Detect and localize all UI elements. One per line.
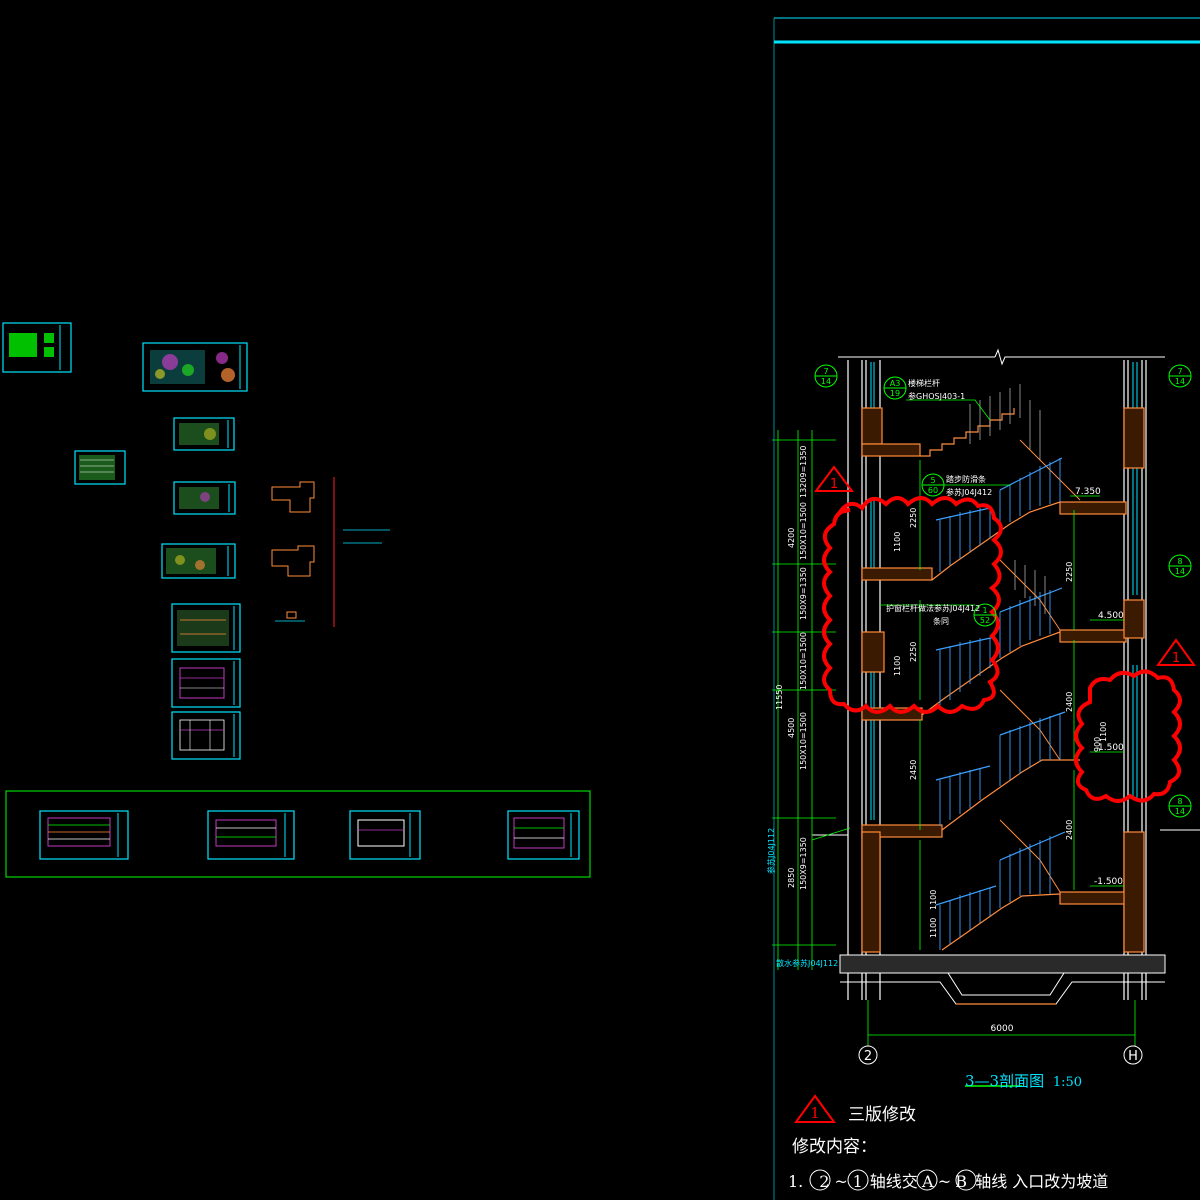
detail-mark-num: 7: [823, 367, 828, 376]
bottom-dimension: [867, 1000, 1136, 1045]
sheet-thumbnail[interactable]: [142, 342, 248, 392]
axis-label-right: H: [1128, 1049, 1138, 1064]
revision-number: 1: [1172, 651, 1180, 666]
annotation-text: 参GHOSJ403-1: [908, 391, 965, 401]
dim-text: 1100: [929, 918, 938, 938]
annotation-text: 参苏J04J412: [946, 487, 992, 497]
sheet-thumbnails: [2, 322, 591, 878]
annotation-text: 踏步防滑条: [946, 474, 986, 484]
sheet-thumbnail[interactable]: [173, 481, 236, 515]
dim-text: 150X9=1350: [799, 837, 808, 890]
annotation-text: 散水参苏J04J112: [776, 958, 838, 968]
revision-item: 1. 2 ~1 轴线交 A ~ B 轴线 入口改为坡道: [788, 1168, 1108, 1192]
elevation-text: -1.500: [1094, 877, 1123, 887]
axis-ref: 2: [819, 1172, 830, 1191]
detail-mark-num: 5: [930, 476, 935, 485]
sheet-thumbnail[interactable]: [74, 450, 126, 485]
axis-ref: B: [955, 1172, 968, 1191]
revision-content-label: 修改内容：: [792, 1137, 877, 1157]
sheet-thumbnail[interactable]: [171, 658, 241, 708]
dim-text: 4500: [787, 718, 796, 738]
section-drawing[interactable]: [772, 348, 1200, 1087]
detail-mark-num: 1: [982, 606, 987, 615]
detail-mark-num: 7: [1177, 367, 1182, 376]
revision-legend: 1: [794, 1094, 836, 1123]
annotation-text: 条同: [933, 616, 949, 626]
dim-text: 2450: [909, 760, 918, 780]
break-line: [838, 348, 1165, 366]
dim-text: 1100: [893, 656, 902, 676]
sheet-thumbnail[interactable]: [507, 810, 580, 860]
elevation-text: 7.350: [1075, 487, 1101, 497]
dim-text: 4200: [787, 528, 796, 548]
detail-mark-num: 8: [1177, 557, 1182, 566]
detail-mark-sheet: 14: [1175, 377, 1185, 386]
axis-ref: 1: [852, 1172, 863, 1191]
dim-text: 11550: [775, 685, 784, 710]
sheet-thumbnail[interactable]: [349, 810, 421, 860]
detail-mark-sheet: 19: [890, 389, 900, 398]
sheet-thumbnail[interactable]: [161, 543, 236, 579]
elevation-leaders: [1070, 495, 1124, 887]
stair-hatch-grey: [969, 384, 1046, 614]
revision-tilde: ~: [937, 1172, 952, 1191]
section-title: 3—3剖面图 1:50: [965, 1070, 1082, 1091]
revision-tilde: ~: [834, 1172, 848, 1191]
detail-mark-sheet: 52: [980, 616, 990, 625]
dim-text: 2400: [1065, 820, 1074, 840]
annotation-text: 参苏J04J112: [766, 828, 776, 874]
dim-text: 1100: [929, 890, 938, 910]
dim-text: 150X10=1500: [799, 632, 808, 690]
detail-mark-num: 8: [1177, 797, 1182, 806]
revision-item-text: 轴线 入口改为坡道: [975, 1172, 1109, 1191]
annotation-text: 楼梯栏杆: [908, 378, 940, 388]
dim-text: 150X10=1500: [799, 502, 808, 560]
dim-text: 13209=1350: [799, 445, 808, 498]
dim-text: 2850: [787, 868, 796, 888]
annotation-text: 护窗栏杆做法参苏J04J412: [886, 603, 980, 613]
dim-text: 2250: [909, 642, 918, 662]
sheet-thumbnail[interactable]: [173, 417, 235, 451]
elevation-sheets-group[interactable]: [5, 790, 591, 878]
detail-mark-sheet: 60: [928, 486, 938, 495]
detail-mark-sheet: 14: [821, 377, 831, 386]
sheet-thumbnail[interactable]: [207, 810, 295, 860]
revision-legend-number: 1: [810, 1104, 820, 1122]
sheet-thumbnail[interactable]: [2, 322, 72, 373]
dim-text: 2250: [909, 508, 918, 528]
revision-item-text: 轴线交: [869, 1172, 918, 1191]
axis-ref: A: [922, 1172, 934, 1191]
axis-label-left: 2: [864, 1049, 872, 1064]
elevation-text: 4.500: [1098, 611, 1124, 621]
revision-label: 三版修改: [848, 1105, 916, 1125]
axis-lines: [867, 1045, 1136, 1046]
section-title-text: 3—3剖面图: [965, 1072, 1045, 1090]
section-scale: 1:50: [1052, 1075, 1083, 1090]
dim-text: 1100: [893, 532, 902, 552]
revision-number: 1: [830, 477, 838, 492]
dim-text: 2400: [1065, 692, 1074, 712]
detail-mark-sheet: 14: [1175, 807, 1185, 816]
plan-outline: [271, 481, 315, 619]
dim-text: 150X9=1350: [799, 567, 808, 620]
dim-text: 150X10=1500: [799, 712, 808, 770]
detail-mark-num: A3: [890, 379, 901, 388]
detail-mark-sheet: 14: [1175, 567, 1185, 576]
revision-item-prefix: 1.: [788, 1172, 804, 1191]
bottom-dimension-text: 6000: [991, 1024, 1014, 1034]
dim-text: 2250: [1065, 562, 1074, 582]
cad-drawing-canvas[interactable]: 2 H 6000 7.350 4.500 1.500 -1.500 1 1 7 …: [0, 0, 1200, 1200]
dim-text: 1100: [1099, 722, 1108, 742]
sheet-thumbnail[interactable]: [39, 810, 129, 860]
sheet-thumbnail[interactable]: [171, 603, 241, 653]
sheet-thumbnail[interactable]: [171, 711, 241, 760]
